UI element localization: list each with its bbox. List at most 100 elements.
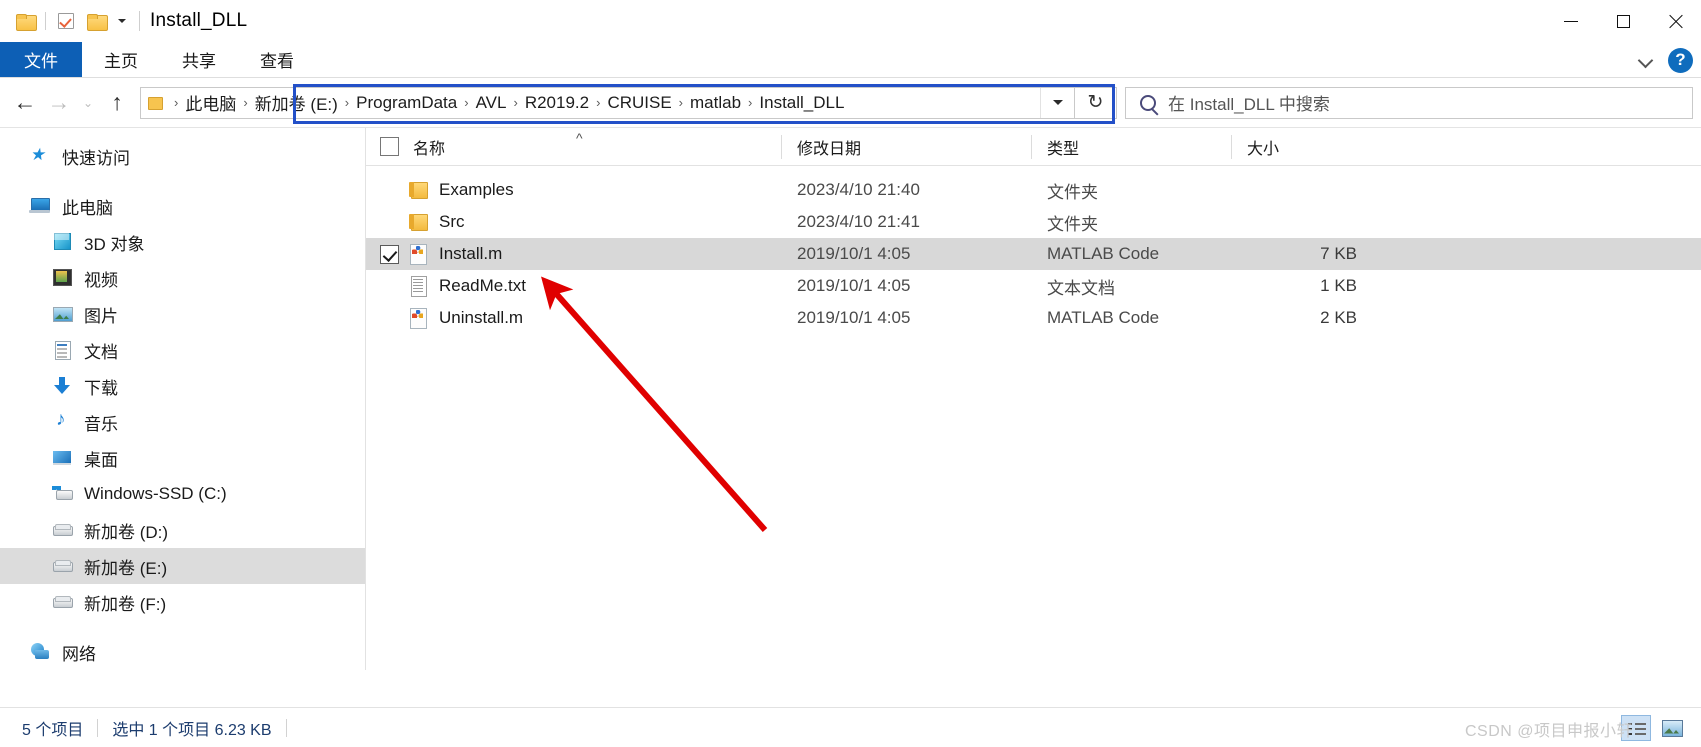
qat-properties-icon[interactable]: [51, 6, 81, 36]
breadcrumb-item-r2019-2[interactable]: R2019.2: [525, 93, 589, 113]
breadcrumb-item-cruise[interactable]: CRUISE: [607, 93, 671, 113]
breadcrumb-item-matlab[interactable]: matlab: [690, 93, 741, 113]
row-size-cell: [1231, 174, 1371, 206]
address-bar[interactable]: › 此电脑 › 新加卷 (E:) › ProgramData › AVL › R…: [140, 83, 1115, 124]
this-pc-icon: [29, 196, 52, 216]
sidebar-item-documents[interactable]: 文档: [0, 332, 365, 368]
chevron-down-icon: ⌄: [82, 95, 94, 110]
column-header-size[interactable]: 大小: [1231, 128, 1371, 166]
sidebar-item-music[interactable]: 音乐: [0, 404, 365, 440]
column-header-label: 修改日期: [797, 140, 862, 158]
tab-home[interactable]: 主页: [82, 42, 160, 77]
help-button[interactable]: ?: [1668, 47, 1693, 73]
maximize-button[interactable]: [1597, 0, 1649, 42]
sidebar-item-drive-e[interactable]: 新加卷 (E:): [0, 548, 365, 584]
qat-new-folder-icon[interactable]: [81, 6, 111, 36]
sidebar-item-label: 文档: [84, 342, 118, 362]
row-date-cell: 2019/10/1 4:05: [797, 308, 911, 327]
column-header-name[interactable]: 名称 ^: [366, 128, 781, 166]
address-dropdown-button[interactable]: [1040, 87, 1074, 118]
matlab-file-icon: [407, 243, 429, 265]
videos-icon: [52, 268, 74, 288]
row-date-cell: 2023/4/10 21:41: [797, 212, 920, 231]
breadcrumb-item-install-dll[interactable]: Install_DLL: [759, 93, 844, 113]
text-file-icon: [407, 275, 429, 297]
navigation-pane: 快速访问 此电脑 3D 对象 视频 图片 文档 下载 音乐: [0, 128, 366, 670]
row-checkbox[interactable]: [380, 244, 399, 264]
row-name-cell: Install.m: [366, 238, 781, 270]
qat-customize-chevron-down-icon[interactable]: [111, 8, 133, 34]
recent-locations-button[interactable]: ⌄: [76, 86, 100, 120]
chevron-down-icon[interactable]: [1638, 52, 1654, 68]
row-type-cell: 文本文档: [1047, 278, 1115, 298]
title-divider: [139, 11, 140, 31]
drive-icon: [52, 592, 74, 612]
column-header-type[interactable]: 类型: [1031, 128, 1231, 166]
sidebar-item-downloads[interactable]: 下载: [0, 368, 365, 404]
table-row[interactable]: Src 2023/4/10 21:41 文件夹: [366, 206, 1701, 238]
tab-file[interactable]: 文件: [0, 42, 82, 77]
breadcrumb-item-drive-e[interactable]: 新加卷 (E:): [255, 90, 338, 115]
breadcrumb-item-this-pc[interactable]: 此电脑: [185, 90, 236, 115]
table-row[interactable]: Install.m 2019/10/1 4:05 MATLAB Code 7 K…: [366, 238, 1701, 270]
forward-button[interactable]: →: [42, 86, 76, 120]
table-row[interactable]: Examples 2023/4/10 21:40 文件夹: [366, 174, 1701, 206]
details-view-button[interactable]: [1621, 714, 1651, 741]
sidebar-item-label: 新加卷 (E:): [84, 558, 168, 578]
star-icon: [30, 146, 52, 166]
column-header-date[interactable]: 修改日期: [781, 128, 1031, 166]
sidebar-item-desktop[interactable]: 桌面: [0, 440, 365, 476]
thumbnails-view-button[interactable]: [1657, 715, 1687, 741]
minimize-button[interactable]: [1545, 0, 1597, 42]
sidebar-item-label: 视频: [84, 270, 118, 290]
sidebar-item-network[interactable]: 网络: [0, 634, 365, 670]
file-rows: Examples 2023/4/10 21:40 文件夹 Src 2023/4/…: [366, 166, 1701, 334]
sidebar-item-this-pc[interactable]: 此电脑: [0, 188, 365, 224]
close-button[interactable]: [1649, 0, 1701, 42]
breadcrumb-separator: ›: [513, 95, 518, 110]
ribbon-tab-bar: 文件 主页 共享 查看 ?: [0, 42, 1701, 78]
refresh-icon: ↻: [1087, 92, 1104, 113]
network-icon: [30, 642, 52, 662]
breadcrumb-item-programdata[interactable]: ProgramData: [356, 93, 457, 113]
sidebar-item-windows-ssd-c[interactable]: Windows-SSD (C:): [0, 476, 365, 512]
sidebar-item-drive-d[interactable]: 新加卷 (D:): [0, 512, 365, 548]
up-button[interactable]: ↑: [100, 86, 134, 120]
sidebar-item-label: 快速访问: [62, 148, 130, 168]
table-row[interactable]: Uninstall.m 2019/10/1 4:05 MATLAB Code 2…: [366, 302, 1701, 334]
main-area: 快速访问 此电脑 3D 对象 视频 图片 文档 下载 音乐: [0, 128, 1701, 670]
drive-icon: [52, 520, 74, 540]
row-type-cell: MATLAB Code: [1047, 308, 1160, 327]
windows-drive-icon: [52, 484, 74, 504]
refresh-button[interactable]: ↻: [1075, 86, 1117, 119]
back-button[interactable]: ←: [8, 86, 42, 120]
pictures-icon: [52, 304, 74, 324]
sort-ascending-icon: ^: [576, 129, 583, 146]
breadcrumb-item-avl[interactable]: AVL: [476, 93, 507, 113]
file-name: Examples: [439, 180, 514, 199]
tab-view[interactable]: 查看: [238, 42, 316, 77]
breadcrumb-separator: ›: [464, 95, 469, 110]
sidebar-item-videos[interactable]: 视频: [0, 260, 365, 296]
matlab-file-icon: [407, 307, 429, 329]
column-header-label: 名称: [413, 140, 446, 158]
search-placeholder: 在 Install_DLL 中搜索: [1168, 95, 1330, 114]
row-type-cell: MATLAB Code: [1047, 244, 1160, 263]
select-all-checkbox[interactable]: [380, 137, 399, 156]
qat-folder-icon[interactable]: [10, 6, 40, 36]
tab-share[interactable]: 共享: [160, 42, 238, 77]
sidebar-item-quick-access[interactable]: 快速访问: [0, 138, 365, 174]
sidebar-item-drive-f[interactable]: 新加卷 (F:): [0, 584, 365, 620]
music-icon: [52, 410, 74, 432]
row-name-cell: Src: [366, 206, 781, 238]
breadcrumb-separator: ›: [344, 95, 350, 110]
row-size-cell: 1 KB: [1320, 276, 1357, 295]
search-box[interactable]: 在 Install_DLL 中搜索: [1125, 86, 1693, 119]
sidebar-item-3d-objects[interactable]: 3D 对象: [0, 224, 365, 260]
search-icon: [1140, 94, 1156, 111]
sidebar-item-pictures[interactable]: 图片: [0, 296, 365, 332]
sidebar-item-label: 下载: [84, 378, 118, 398]
table-row[interactable]: ReadMe.txt 2019/10/1 4:05 文本文档 1 KB: [366, 270, 1701, 302]
